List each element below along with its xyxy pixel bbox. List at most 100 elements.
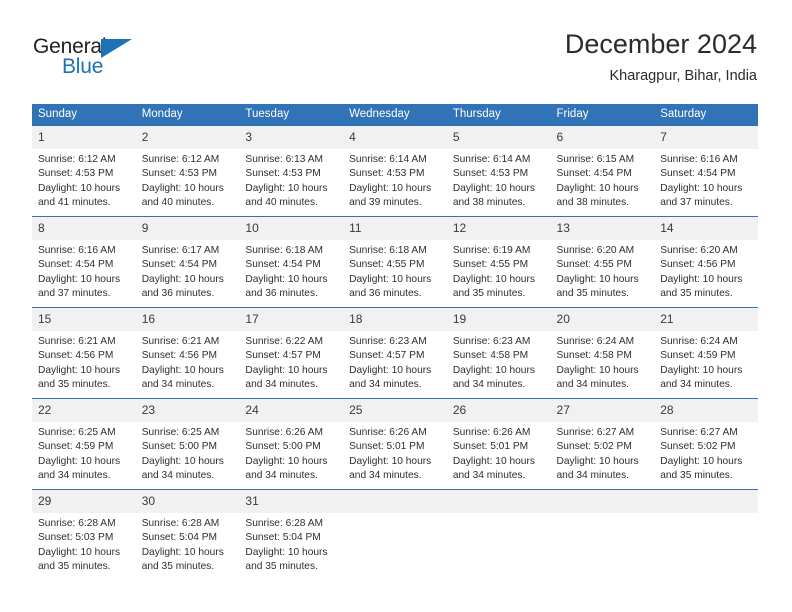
day-cell[interactable]: 19 Sunrise: 6:23 AM Sunset: 4:58 PM Dayl… [446, 307, 551, 399]
day-number: 16 [135, 308, 240, 331]
day-cell[interactable]: 22 Sunrise: 6:25 AM Sunset: 4:59 PM Dayl… [32, 398, 136, 490]
day-details: Sunrise: 6:20 AM Sunset: 4:56 PM Dayligh… [654, 240, 758, 301]
day-cell[interactable]: 23 Sunrise: 6:25 AM Sunset: 5:00 PM Dayl… [135, 398, 240, 490]
day-details: Sunrise: 6:21 AM Sunset: 4:56 PM Dayligh… [32, 331, 136, 392]
daylight-line2: and 35 minutes. [245, 560, 318, 572]
day-number: 26 [446, 399, 551, 422]
day-details: Sunrise: 6:28 AM Sunset: 5:03 PM Dayligh… [32, 513, 136, 574]
sunset-text: Sunset: 4:55 PM [452, 259, 529, 271]
sunrise-text: Sunrise: 6:28 AM [38, 518, 116, 529]
day-cell[interactable]: 18 Sunrise: 6:23 AM Sunset: 4:57 PM Dayl… [343, 307, 447, 399]
day-cell[interactable]: 11 Sunrise: 6:18 AM Sunset: 4:55 PM Dayl… [343, 216, 447, 308]
sunrise-text: Sunrise: 6:18 AM [245, 245, 323, 256]
day-details: Sunrise: 6:28 AM Sunset: 5:04 PM Dayligh… [239, 513, 343, 574]
sunrise-text: Sunrise: 6:14 AM [349, 154, 427, 165]
daylight-line2: and 34 minutes. [556, 469, 630, 481]
daylight-line1: Daylight: 10 hours [38, 273, 121, 285]
day-cell[interactable]: 12 Sunrise: 6:19 AM Sunset: 4:55 PM Dayl… [446, 216, 551, 308]
day-cell[interactable]: 4 Sunrise: 6:14 AM Sunset: 4:53 PM Dayli… [343, 126, 447, 217]
daylight-line1: Daylight: 10 hours [38, 182, 121, 194]
day-number [343, 490, 447, 513]
sunrise-text: Sunrise: 6:24 AM [660, 336, 738, 347]
triangle-icon [101, 39, 132, 58]
weekday-header-sunday: Sunday [32, 104, 136, 126]
day-details: Sunrise: 6:26 AM Sunset: 5:00 PM Dayligh… [239, 422, 343, 483]
sunset-text: Sunset: 5:04 PM [141, 532, 218, 544]
daylight-line2: and 36 minutes. [245, 287, 318, 299]
day-cell[interactable]: 1 Sunrise: 6:12 AM Sunset: 4:53 PM Dayli… [32, 126, 136, 217]
day-cell[interactable]: 13 Sunrise: 6:20 AM Sunset: 4:55 PM Dayl… [550, 216, 655, 308]
daylight-line1: Daylight: 10 hours [245, 546, 328, 558]
sunrise-text: Sunrise: 6:20 AM [556, 245, 635, 256]
calendar-header-row: Sunday Monday Tuesday Wednesday Thursday… [32, 104, 758, 126]
day-number: 28 [654, 399, 758, 422]
sunrise-text: Sunrise: 6:25 AM [141, 427, 220, 438]
day-number: 8 [32, 217, 136, 240]
day-cell[interactable]: 6 Sunrise: 6:15 AM Sunset: 4:54 PM Dayli… [550, 126, 655, 217]
day-details: Sunrise: 6:14 AM Sunset: 4:53 PM Dayligh… [343, 149, 447, 210]
day-cell[interactable]: 9 Sunrise: 6:17 AM Sunset: 4:54 PM Dayli… [135, 216, 240, 308]
sunset-text: Sunset: 5:01 PM [452, 441, 529, 453]
day-cell[interactable]: 16 Sunrise: 6:21 AM Sunset: 4:56 PM Dayl… [135, 307, 240, 399]
day-number: 27 [550, 399, 655, 422]
daylight-line1: Daylight: 10 hours [349, 364, 432, 376]
sunrise-text: Sunrise: 6:28 AM [141, 518, 220, 529]
day-details: Sunrise: 6:25 AM Sunset: 5:00 PM Dayligh… [136, 422, 240, 483]
day-number: 13 [550, 217, 655, 240]
calendar-week-row: 29 Sunrise: 6:28 AM Sunset: 5:03 PM Dayl… [32, 489, 758, 580]
daylight-line1: Daylight: 10 hours [556, 455, 639, 467]
day-details: Sunrise: 6:17 AM Sunset: 4:54 PM Dayligh… [136, 240, 240, 301]
sunset-text: Sunset: 4:54 PM [141, 259, 218, 271]
day-details: Sunrise: 6:26 AM Sunset: 5:01 PM Dayligh… [447, 422, 551, 483]
day-cell[interactable]: 30 Sunrise: 6:28 AM Sunset: 5:04 PM Dayl… [135, 489, 240, 580]
day-number [654, 490, 758, 513]
day-number: 25 [343, 399, 447, 422]
daylight-line2: and 34 minutes. [452, 378, 526, 390]
day-cell[interactable]: 24 Sunrise: 6:26 AM Sunset: 5:00 PM Dayl… [239, 398, 344, 490]
day-number: 2 [135, 126, 240, 149]
day-cell[interactable]: 14 Sunrise: 6:20 AM Sunset: 4:56 PM Dayl… [654, 216, 758, 308]
day-cell[interactable]: 7 Sunrise: 6:16 AM Sunset: 4:54 PM Dayli… [654, 126, 758, 217]
daylight-line1: Daylight: 10 hours [556, 364, 639, 376]
day-cell[interactable]: 28 Sunrise: 6:27 AM Sunset: 5:02 PM Dayl… [654, 398, 758, 490]
day-details: Sunrise: 6:12 AM Sunset: 4:53 PM Dayligh… [32, 149, 136, 210]
daylight-line2: and 34 minutes. [245, 378, 318, 390]
day-cell[interactable]: 31 Sunrise: 6:28 AM Sunset: 5:04 PM Dayl… [239, 489, 344, 580]
sunrise-text: Sunrise: 6:12 AM [38, 154, 116, 165]
daylight-line1: Daylight: 10 hours [349, 455, 432, 467]
generalblue-logo[interactable]: General Blue [33, 36, 163, 82]
day-cell[interactable]: 10 Sunrise: 6:18 AM Sunset: 4:54 PM Dayl… [239, 216, 344, 308]
daylight-line2: and 41 minutes. [38, 196, 111, 208]
day-cell[interactable]: 3 Sunrise: 6:13 AM Sunset: 4:53 PM Dayli… [239, 126, 344, 217]
daylight-line1: Daylight: 10 hours [245, 273, 328, 285]
daylight-line2: and 38 minutes. [556, 196, 630, 208]
day-cell-empty [446, 489, 551, 580]
day-cell[interactable]: 27 Sunrise: 6:27 AM Sunset: 5:02 PM Dayl… [550, 398, 655, 490]
daylight-line2: and 34 minutes. [452, 469, 526, 481]
daylight-line1: Daylight: 10 hours [452, 455, 535, 467]
day-cell[interactable]: 26 Sunrise: 6:26 AM Sunset: 5:01 PM Dayl… [446, 398, 551, 490]
daylight-line2: and 35 minutes. [660, 287, 733, 299]
day-cell-empty [343, 489, 447, 580]
page-header: General Blue December 2024 Kharagpur, Bi… [0, 0, 792, 96]
day-cell[interactable]: 17 Sunrise: 6:22 AM Sunset: 4:57 PM Dayl… [239, 307, 344, 399]
day-cell[interactable]: 5 Sunrise: 6:14 AM Sunset: 4:53 PM Dayli… [446, 126, 551, 217]
day-number: 14 [654, 217, 758, 240]
day-cell[interactable]: 25 Sunrise: 6:26 AM Sunset: 5:01 PM Dayl… [343, 398, 447, 490]
daylight-line2: and 34 minutes. [245, 469, 318, 481]
sunrise-text: Sunrise: 6:18 AM [349, 245, 427, 256]
calendar-week-row: 22 Sunrise: 6:25 AM Sunset: 4:59 PM Dayl… [32, 398, 758, 490]
day-details: Sunrise: 6:24 AM Sunset: 4:58 PM Dayligh… [551, 331, 655, 392]
sunset-text: Sunset: 5:00 PM [141, 441, 218, 453]
sunset-text: Sunset: 5:03 PM [38, 532, 114, 544]
day-cell[interactable]: 20 Sunrise: 6:24 AM Sunset: 4:58 PM Dayl… [550, 307, 655, 399]
day-details: Sunrise: 6:19 AM Sunset: 4:55 PM Dayligh… [447, 240, 551, 301]
day-cell[interactable]: 15 Sunrise: 6:21 AM Sunset: 4:56 PM Dayl… [32, 307, 136, 399]
day-cell[interactable]: 2 Sunrise: 6:12 AM Sunset: 4:53 PM Dayli… [135, 126, 240, 217]
day-cell[interactable]: 21 Sunrise: 6:24 AM Sunset: 4:59 PM Dayl… [654, 307, 758, 399]
day-cell[interactable]: 29 Sunrise: 6:28 AM Sunset: 5:03 PM Dayl… [32, 489, 136, 580]
daylight-line1: Daylight: 10 hours [141, 364, 224, 376]
day-number: 11 [343, 217, 447, 240]
day-details: Sunrise: 6:27 AM Sunset: 5:02 PM Dayligh… [654, 422, 758, 483]
day-cell[interactable]: 8 Sunrise: 6:16 AM Sunset: 4:54 PM Dayli… [32, 216, 136, 308]
